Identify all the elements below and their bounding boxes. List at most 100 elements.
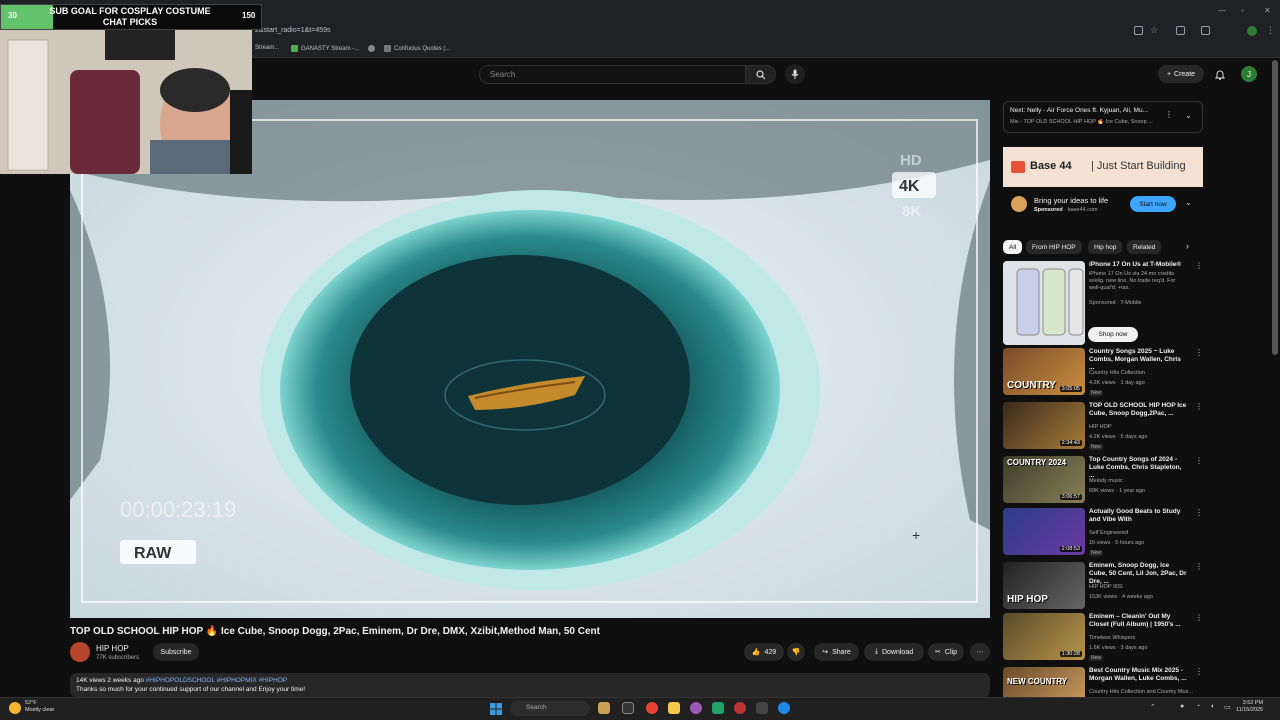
rec-title[interactable]: Best Country Music Mix 2025 - Morgan Wal… — [1089, 667, 1187, 683]
list-item[interactable]: 2:34:43 TOP OLD SCHOOL HIP HOP Ice Cube,… — [1003, 402, 1203, 454]
list-item[interactable]: 2:08:53 Actually Good Beats to Study and… — [1003, 508, 1203, 560]
chevron-down-icon[interactable]: ⌄ — [1185, 111, 1192, 120]
bookmark-item[interactable]: Confucius Quotes (... — [384, 45, 450, 52]
kebab-icon[interactable]: ⋮ — [1195, 261, 1203, 270]
chip-from-hiphop[interactable]: From HIP HOP — [1026, 240, 1082, 254]
obs-icon[interactable] — [734, 702, 746, 714]
clip-button[interactable]: ✂ Clip — [928, 643, 964, 661]
rec-title[interactable]: Actually Good Beats to Study and Vibe Wi… — [1089, 508, 1187, 524]
tray-chevron-icon[interactable]: ⌃ — [1150, 703, 1156, 711]
channel-name[interactable]: HIP HOP — [96, 644, 129, 653]
rec-title[interactable]: iPhone 17 On Us at T-Mobile® — [1089, 261, 1187, 269]
bookmark-star-icon[interactable]: ☆ — [1150, 25, 1158, 36]
notifications-button[interactable] — [1212, 66, 1228, 82]
close-icon[interactable]: ✕ — [1264, 6, 1271, 15]
thumbnail[interactable] — [1003, 261, 1085, 345]
hashtags[interactable]: #HIPHOPOLDSCHOOL #HIPHOPMIX #HIPHOP — [146, 677, 287, 684]
like-button[interactable]: 👍 429 — [744, 643, 784, 661]
minimize-icon[interactable]: — — [1218, 6, 1226, 15]
up-next-card[interactable] — [1003, 101, 1203, 133]
kebab-icon[interactable]: ⋮ — [1195, 508, 1203, 517]
widgets-icon[interactable] — [598, 702, 610, 714]
chrome-icon[interactable] — [646, 702, 658, 714]
rec-channel[interactable]: HIP HOP — [1089, 424, 1112, 430]
thumbnail[interactable]: 1:30:28 — [1003, 613, 1085, 660]
file-explorer-icon[interactable] — [668, 702, 680, 714]
taskbar-search[interactable]: Search — [510, 701, 590, 716]
bookmark-item[interactable]: GANASTY Stream -... — [291, 45, 359, 52]
mic-tray-icon[interactable]: ● — [1180, 703, 1184, 710]
task-view-icon[interactable] — [622, 702, 634, 714]
chip-hiphop[interactable]: Hip hop — [1088, 240, 1123, 254]
shop-now-button[interactable]: Shop now — [1088, 327, 1138, 342]
rec-channel[interactable]: Melody music — [1089, 478, 1123, 484]
terminal-icon[interactable] — [756, 702, 768, 714]
list-item[interactable]: COUNTRY 3:05:05 Country Songs 2025 ~ Luke… — [1003, 348, 1203, 400]
chip-all[interactable]: All — [1003, 240, 1023, 254]
kebab-icon[interactable]: ⋮ — [1195, 456, 1203, 465]
dislike-button[interactable]: 👎 — [787, 643, 805, 661]
kebab-icon[interactable]: ⋮ — [1195, 348, 1203, 357]
rec-title[interactable]: Eminem, Snoop Dogg, Ice Cube, 50 Cent, L… — [1089, 562, 1187, 586]
url-text[interactable]: 2&start_radio=1&t=459s — [255, 27, 331, 34]
share-button[interactable]: ↪ Share — [814, 643, 859, 661]
bookmark-item[interactable] — [368, 45, 375, 52]
create-button[interactable]: + Create — [1158, 65, 1204, 83]
rec-channel[interactable]: Country Hits Collection and Country Mus.… — [1089, 689, 1193, 695]
ad-cta-button[interactable]: Start now — [1130, 196, 1176, 212]
thumbnail[interactable]: 2:34:43 — [1003, 402, 1085, 449]
rec-title[interactable]: Top Country Songs of 2024 - Luke Combs, … — [1089, 456, 1187, 480]
extensions-icon[interactable] — [1176, 26, 1185, 35]
thumbnail[interactable]: HIP HOP — [1003, 562, 1085, 609]
kebab-icon[interactable]: ⋮ — [1195, 667, 1203, 676]
chevron-down-icon[interactable]: ⌄ — [1185, 198, 1192, 207]
subscribe-button[interactable]: Subscribe — [153, 643, 199, 661]
account-avatar[interactable]: J — [1241, 66, 1257, 82]
weather-icon[interactable] — [9, 702, 21, 714]
page-scrollbar[interactable] — [1272, 60, 1278, 355]
rec-title[interactable]: Country Songs 2025 ~ Luke Combs, Morgan … — [1089, 348, 1187, 372]
rec-title[interactable]: Eminem – Cleanin' Out My Closet (Full Al… — [1089, 613, 1187, 629]
kebab-icon[interactable]: ⋮ — [1195, 402, 1203, 411]
search-button[interactable] — [746, 65, 776, 84]
edge-icon[interactable] — [778, 702, 790, 714]
channel-avatar[interactable] — [70, 642, 90, 662]
battery-icon[interactable]: ▭ — [1224, 703, 1231, 711]
volume-icon[interactable]: ◖ — [1210, 703, 1214, 710]
download-button[interactable]: ⤓ Download — [864, 643, 924, 661]
list-item[interactable]: 1:30:28 Eminem – Cleanin' Out My Closet … — [1003, 613, 1203, 665]
list-item[interactable]: NEW COUNTRY Best Country Music Mix 2025 … — [1003, 667, 1203, 697]
weather-widget[interactable]: 52°F Mostly clear — [25, 700, 54, 714]
sidepanel-icon[interactable] — [1201, 26, 1210, 35]
more-actions-button[interactable]: ⋯ — [970, 643, 990, 661]
video-player[interactable]: 00:00:23:19 RAW HD 4K 8K + — [70, 100, 990, 618]
rec-channel[interactable]: Self Engineered — [1089, 530, 1128, 536]
cast-icon[interactable] — [1134, 26, 1143, 35]
chevron-right-icon[interactable]: › — [1186, 241, 1189, 251]
excel-icon[interactable] — [712, 702, 724, 714]
rec-channel[interactable]: Country Hits Collection — [1089, 370, 1145, 376]
rec-title[interactable]: TOP OLD SCHOOL HIP HOP Ice Cube, Snoop D… — [1089, 402, 1187, 418]
kebab-icon[interactable]: ⋮ — [1195, 562, 1203, 571]
voice-search-button[interactable] — [785, 64, 805, 84]
network-icon[interactable]: ◔ — [1196, 703, 1200, 710]
rec-channel[interactable]: HIP HOP 90S — [1089, 584, 1123, 590]
app-icon[interactable] — [690, 702, 702, 714]
chip-related[interactable]: Related — [1127, 240, 1162, 254]
thumbnail[interactable]: NEW COUNTRY — [1003, 667, 1085, 697]
bookmark-item[interactable]: Stream... — [255, 45, 279, 51]
list-item[interactable]: COUNTRY 2024 3:06:57 Top Country Songs of… — [1003, 456, 1203, 508]
menu-icon[interactable]: ⋮ — [1266, 25, 1275, 36]
search-input[interactable]: Search — [479, 65, 746, 84]
thumbnail[interactable]: COUNTRY 2024 3:06:57 — [1003, 456, 1085, 503]
list-item[interactable]: HIP HOP Eminem, Snoop Dogg, Ice Cube, 50… — [1003, 562, 1203, 614]
thumbnail[interactable]: 2:08:53 — [1003, 508, 1085, 555]
rec-channel[interactable]: Timeless Whispers — [1089, 635, 1135, 641]
maximize-icon[interactable]: ▫ — [1241, 6, 1244, 15]
taskbar-clock[interactable]: 3:52 PM 11/15/2025 — [1236, 700, 1263, 714]
kebab-icon[interactable]: ⋮ — [1195, 613, 1203, 622]
kebab-icon[interactable]: ⋮ — [1165, 110, 1173, 119]
profile-icon[interactable] — [1247, 26, 1257, 36]
thumbnail[interactable]: COUNTRY 3:05:05 — [1003, 348, 1085, 395]
windows-start-icon[interactable] — [490, 702, 502, 715]
